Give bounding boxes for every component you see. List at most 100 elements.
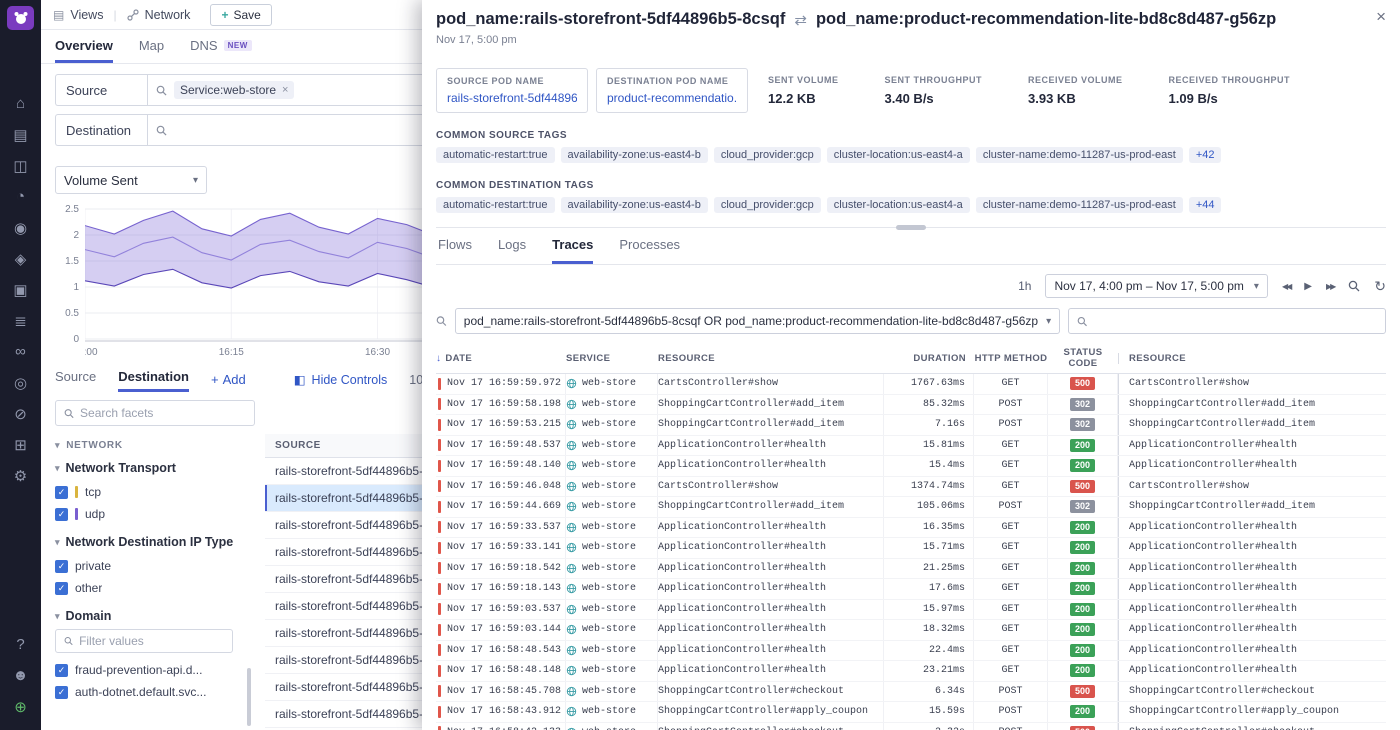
trace-row[interactable]: Nov 17 16:59:18.542 web-store Applicatio… — [436, 559, 1386, 580]
checkbox-checked[interactable]: ✓ — [55, 508, 68, 521]
logs-icon[interactable]: ≣ — [0, 305, 41, 336]
facet-group-title[interactable]: ▾ Network Transport — [55, 461, 255, 475]
infrastructure-icon[interactable]: ▣ — [0, 274, 41, 305]
pod-name-link[interactable]: product-recommendatio... — [607, 91, 737, 105]
add-facet-button[interactable]: + Add — [211, 372, 246, 392]
facet-filter-input[interactable] — [79, 634, 224, 648]
zoom-icon[interactable] — [1348, 280, 1360, 292]
page-tab[interactable]: Map — [139, 30, 164, 63]
facet-search-box[interactable] — [55, 400, 255, 426]
facet-value[interactable]: ✓ tcp — [55, 481, 255, 503]
facet-category-network[interactable]: ▾ NETWORK — [55, 440, 255, 451]
metrics-icon[interactable]: ◫ — [0, 150, 41, 181]
skip-forward-icon[interactable]: ▶▶ — [1326, 282, 1334, 291]
integrations-icon[interactable]: ⊞ — [0, 429, 41, 460]
trace-row[interactable]: Nov 17 16:59:48.140 web-store Applicatio… — [436, 456, 1386, 477]
checkbox-checked[interactable]: ✓ — [55, 582, 68, 595]
tag-pill[interactable]: cluster-name:demo-11287-us-prod-east — [976, 147, 1183, 163]
facet-value[interactable]: ✓ auth-dotnet.default.svc... — [55, 681, 255, 703]
trace-row[interactable]: Nov 17 16:59:59.972 web-store CartsContr… — [436, 374, 1386, 395]
panel-tab[interactable]: Traces — [552, 237, 593, 264]
filter-token[interactable]: Service:web-store × — [174, 81, 294, 99]
trace-row[interactable]: Nov 17 16:58:48.543 web-store Applicatio… — [436, 641, 1386, 662]
trace-row[interactable]: Nov 17 16:59:58.198 web-store ShoppingCa… — [436, 395, 1386, 416]
facet-filter-box[interactable] — [55, 629, 233, 653]
trace-row[interactable]: Nov 17 16:59:03.144 web-store Applicatio… — [436, 620, 1386, 641]
panel-tab[interactable]: Flows — [438, 237, 472, 264]
watchdog-icon[interactable]: ◔ — [0, 181, 41, 212]
checkbox-checked[interactable]: ✓ — [55, 686, 68, 699]
trace-row[interactable]: Nov 17 16:59:53.215 web-store ShoppingCa… — [436, 415, 1386, 436]
trace-row[interactable]: Nov 17 16:59:33.537 web-store Applicatio… — [436, 518, 1386, 539]
more-tags-pill[interactable]: +44 — [1189, 197, 1222, 213]
trace-filter-box[interactable] — [1068, 308, 1386, 334]
panel-tab[interactable]: Logs — [498, 237, 526, 264]
save-button[interactable]: + Save — [210, 4, 271, 26]
settings-icon[interactable]: ⚙ — [0, 460, 41, 491]
facet-value[interactable]: ✓ fraud-prevention-api.d... — [55, 659, 255, 681]
breadcrumb-network[interactable]: Network — [127, 8, 191, 22]
close-icon[interactable]: × — [1376, 8, 1386, 25]
synthetics-icon[interactable]: ◎ — [0, 367, 41, 398]
trace-row[interactable]: Nov 17 16:59:48.537 web-store Applicatio… — [436, 436, 1386, 457]
tag-pill[interactable]: automatic-restart:true — [436, 147, 555, 163]
facet-value[interactable]: ✓ other — [55, 577, 255, 599]
users-icon[interactable]: ☻ — [0, 660, 41, 691]
facet-scrollbar[interactable] — [247, 668, 251, 726]
trace-row[interactable]: Nov 17 16:59:18.143 web-store Applicatio… — [436, 579, 1386, 600]
checkbox-checked[interactable]: ✓ — [55, 560, 68, 573]
more-tags-pill[interactable]: +42 — [1189, 147, 1222, 163]
tag-pill[interactable]: automatic-restart:true — [436, 197, 555, 213]
help-icon[interactable]: ? — [0, 629, 41, 660]
checkbox-checked[interactable]: ✓ — [55, 664, 68, 677]
region-icon[interactable]: ⊕ — [0, 691, 41, 722]
tag-pill[interactable]: cluster-location:us-east4-a — [827, 197, 970, 213]
facet-group-title[interactable]: ▾ Network Destination IP Type — [55, 535, 255, 549]
page-tab[interactable]: Overview — [55, 30, 113, 63]
time-range-selector[interactable]: Nov 17, 4:00 pm – Nov 17, 5:00 pm ▾ — [1045, 274, 1267, 298]
trace-row[interactable]: Nov 17 16:58:45.708 web-store ShoppingCa… — [436, 682, 1386, 703]
trace-query-box[interactable]: pod_name:rails-storefront-5df44896b5-8cs… — [455, 308, 1060, 334]
checkbox-checked[interactable]: ✓ — [55, 486, 68, 499]
home-icon[interactable]: ⌂ — [0, 88, 41, 119]
trace-row[interactable]: Nov 17 16:59:46.048 web-store CartsContr… — [436, 477, 1386, 498]
remove-token-icon[interactable]: × — [282, 84, 288, 96]
security-icon[interactable]: ⊘ — [0, 398, 41, 429]
tag-pill[interactable]: cluster-location:us-east4-a — [827, 147, 970, 163]
breadcrumb-views[interactable]: ▤ Views — [53, 8, 103, 22]
tag-pill[interactable]: availability-zone:us-east4-b — [561, 147, 708, 163]
tag-pill[interactable]: availability-zone:us-east4-b — [561, 197, 708, 213]
facet-value[interactable]: ✓ private — [55, 555, 255, 577]
trace-row[interactable]: Nov 17 16:58:42.133 web-store ShoppingCa… — [436, 723, 1386, 730]
trace-row[interactable]: Nov 17 16:59:33.141 web-store Applicatio… — [436, 538, 1386, 559]
tag-pill[interactable]: cluster-name:demo-11287-us-prod-east — [976, 197, 1183, 213]
trace-row[interactable]: Nov 17 16:58:48.148 web-store Applicatio… — [436, 661, 1386, 682]
trace-row[interactable]: Nov 17 16:58:43.912 web-store ShoppingCa… — [436, 702, 1386, 723]
tag-pill[interactable]: cloud_provider:gcp — [714, 147, 821, 163]
trace-row[interactable]: Nov 17 16:59:03.537 web-store Applicatio… — [436, 600, 1386, 621]
panel-tab[interactable]: Processes — [619, 237, 680, 264]
facet-search-input[interactable] — [80, 406, 246, 420]
skip-back-icon[interactable]: ◀◀ — [1282, 282, 1290, 291]
trace-filter-input[interactable] — [1094, 314, 1377, 328]
trace-row[interactable]: Nov 17 16:59:44.669 web-store ShoppingCa… — [436, 497, 1386, 518]
drag-handle[interactable] — [896, 225, 926, 230]
facet-group-title[interactable]: ▾ Domain — [55, 609, 255, 623]
datadog-logo[interactable] — [7, 6, 34, 30]
play-icon[interactable]: ▶ — [1304, 281, 1312, 292]
facet-tab[interactable]: Destination — [118, 369, 189, 392]
column-header-date[interactable]: ↓ DATE — [436, 353, 566, 364]
facet-tab[interactable]: Source — [55, 369, 96, 392]
refresh-icon[interactable]: ↻ — [1374, 278, 1386, 295]
alerts-icon[interactable]: ◉ — [0, 212, 41, 243]
dashboards-icon[interactable]: ▤ — [0, 119, 41, 150]
page-tab[interactable]: DNS NEW — [190, 30, 252, 63]
range-shortcut[interactable]: 1h — [1018, 279, 1031, 293]
metric-selector[interactable]: Volume Sent ▾ — [55, 166, 207, 194]
tag-pill[interactable]: cloud_provider:gcp — [714, 197, 821, 213]
facet-value[interactable]: ✓ udp — [55, 503, 255, 525]
pipelines-icon[interactable]: ∞ — [0, 336, 41, 367]
hide-controls-button[interactable]: ◧ Hide Controls — [294, 372, 388, 392]
apm-icon[interactable]: ◈ — [0, 243, 41, 274]
pod-name-link[interactable]: rails-storefront-5df44896... — [447, 91, 577, 105]
